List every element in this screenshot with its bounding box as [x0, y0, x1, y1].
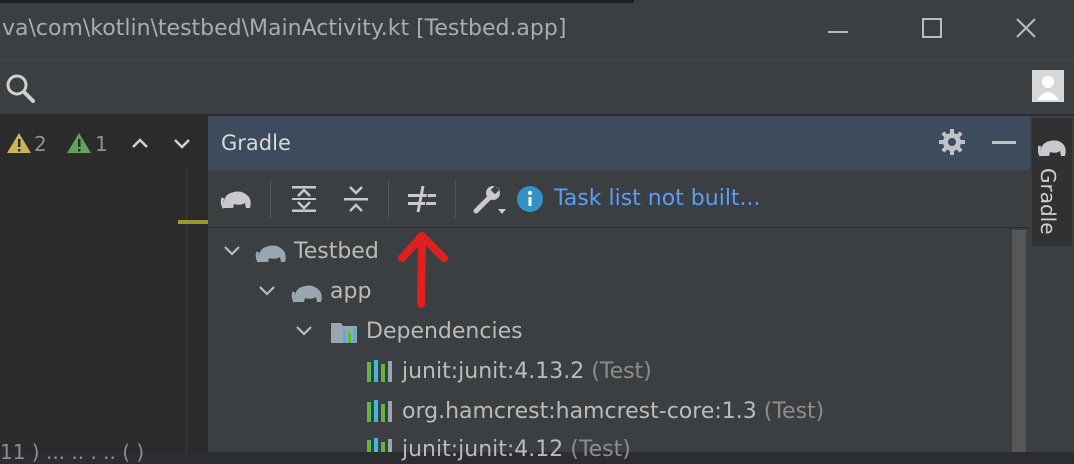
editor-code-fragment: 11 ) ... .. . .. ( )	[0, 440, 145, 464]
library-icon	[366, 358, 394, 384]
search-icon	[6, 74, 35, 103]
gradle-elephant-icon	[1038, 134, 1068, 160]
expand-all-button[interactable]	[289, 184, 319, 214]
tree-node-module[interactable]: app	[330, 279, 371, 304]
previous-highlight-button[interactable]	[128, 132, 152, 154]
tree-node-dependency[interactable]: org.hamcrest:hamcrest-core:1.3 (Test)	[402, 399, 824, 424]
chevron-down-icon	[259, 286, 275, 296]
dependency-scope: (Test)	[570, 437, 631, 462]
gradle-panel-header	[208, 116, 1030, 170]
tree-toggle-dependencies[interactable]	[293, 320, 315, 342]
gear-icon	[939, 129, 965, 155]
maximize-icon	[922, 18, 942, 38]
gradle-module-icon	[291, 278, 325, 306]
tree-node-root[interactable]: Testbed	[294, 239, 379, 264]
code-editor[interactable]	[0, 116, 208, 452]
gradle-elephant-icon	[220, 191, 251, 209]
title-bar-accent	[0, 0, 634, 3]
dependency-name: junit:junit:4.13.2	[402, 359, 585, 384]
chevron-down-icon	[224, 246, 240, 256]
offline-mode-icon	[408, 185, 436, 213]
gradle-project-icon	[255, 238, 289, 266]
editor-gutter-line	[186, 168, 187, 452]
chevron-down-icon	[174, 139, 190, 149]
close-icon	[1016, 18, 1036, 38]
wrench-icon	[473, 185, 506, 214]
library-icon	[366, 398, 394, 424]
tree-node-dependency[interactable]: junit:junit:4.13.2 (Test)	[402, 359, 652, 384]
user-avatar-icon	[1037, 76, 1059, 100]
toggle-offline-mode-button[interactable]	[406, 184, 438, 214]
build-tool-settings-button[interactable]	[472, 183, 508, 217]
gradle-reload-button[interactable]	[220, 184, 254, 214]
minimize-button[interactable]	[814, 10, 858, 46]
gradle-settings-button[interactable]	[938, 128, 966, 156]
window-title: va\com\kotlin\testbed\MainActivity.kt [T…	[2, 16, 567, 41]
maximize-button[interactable]	[910, 10, 954, 46]
weak-warning-triangle-icon	[67, 133, 91, 153]
annotation-arrow	[392, 228, 456, 312]
task-list-status-link[interactable]: Task list not built...	[554, 186, 761, 211]
warning-count: 2	[34, 132, 47, 156]
dependencies-folder-icon	[329, 319, 361, 345]
toolbar-separator	[270, 180, 271, 218]
tree-node-dependency[interactable]: junit:junit:4.12 (Test)	[402, 437, 631, 462]
library-icon	[366, 436, 394, 452]
tree-node-dependencies[interactable]: Dependencies	[366, 319, 523, 344]
minimize-icon	[828, 31, 848, 33]
editor-highlight-mark	[178, 220, 208, 224]
next-highlight-button[interactable]	[170, 132, 194, 154]
chevron-down-icon	[296, 326, 312, 336]
search-button[interactable]	[4, 72, 36, 104]
warnings-indicator[interactable]	[6, 132, 32, 154]
info-icon	[516, 185, 544, 213]
gradle-tool-window-label: Gradle	[1036, 168, 1060, 235]
tree-toggle-testbed[interactable]	[221, 240, 243, 262]
collapse-all-button[interactable]	[341, 184, 371, 214]
minimize-panel-icon	[992, 141, 1016, 144]
warning-triangle-icon	[7, 133, 31, 153]
user-avatar-button[interactable]	[1032, 70, 1064, 102]
expand-all-icon	[292, 186, 316, 212]
tree-toggle-app[interactable]	[256, 280, 278, 302]
dependency-scope: (Test)	[591, 359, 652, 384]
dependency-name: org.hamcrest:hamcrest-core:1.3	[402, 399, 757, 424]
weak-warnings-indicator[interactable]	[66, 132, 92, 154]
tree-scrollbar[interactable]	[1012, 230, 1026, 452]
toolbar-separator	[455, 180, 456, 218]
gradle-hide-button[interactable]	[990, 128, 1018, 156]
navigation-bar	[0, 60, 1074, 114]
gradle-panel-title: Gradle	[221, 131, 291, 155]
weak-warning-count: 1	[95, 132, 108, 156]
dependency-name: junit:junit:4.12	[402, 437, 564, 462]
close-button[interactable]	[1004, 10, 1048, 46]
toolbar-separator	[388, 180, 389, 218]
dependency-scope: (Test)	[763, 399, 825, 424]
chevron-up-icon	[132, 138, 148, 148]
collapse-all-icon	[344, 186, 368, 212]
